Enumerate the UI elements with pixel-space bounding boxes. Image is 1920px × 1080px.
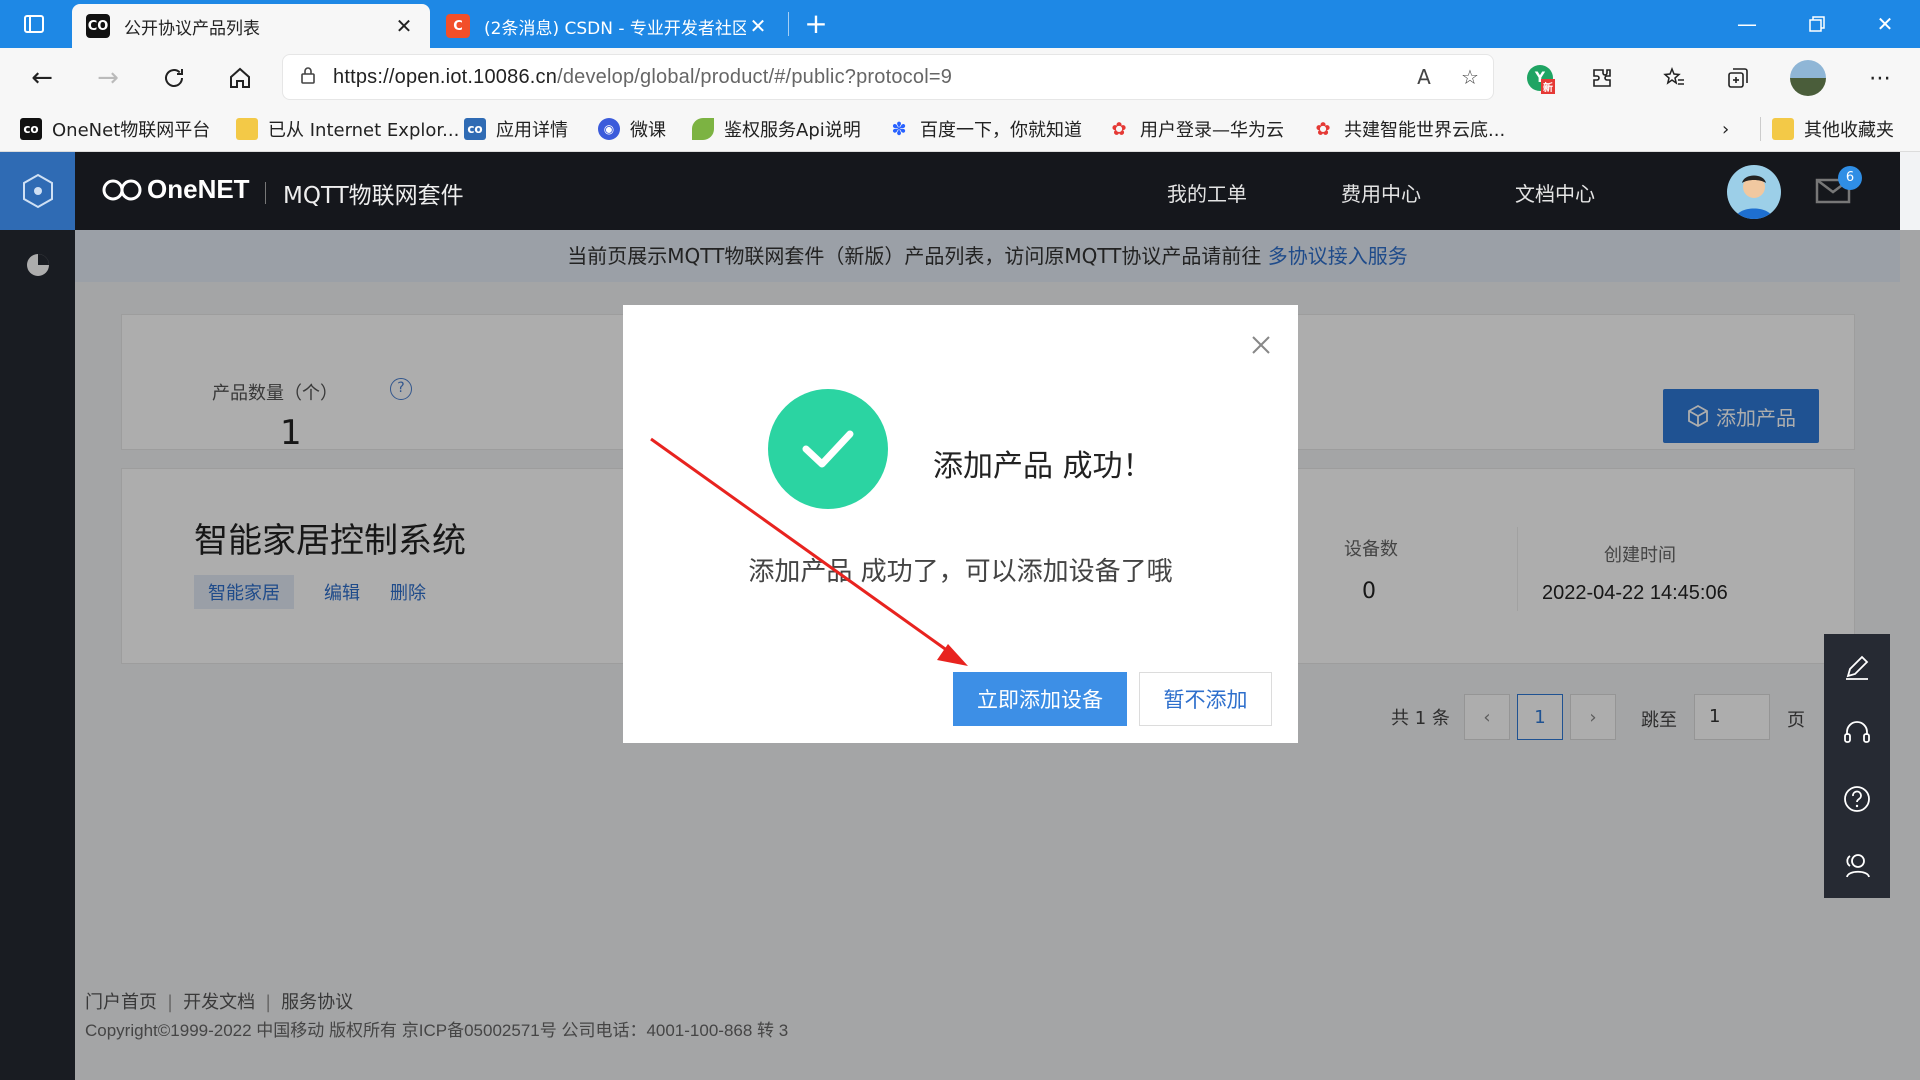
add-device-now-button[interactable]: 立即添加设备 xyxy=(953,672,1127,726)
baidu-paw-icon: ✽ xyxy=(891,118,907,140)
weike-icon: ◉ xyxy=(598,118,620,140)
community-users-icon[interactable] xyxy=(1824,832,1890,898)
bookmark-onenet[interactable]: co OneNet物联网平台 xyxy=(20,114,210,144)
bookmark-ie-folder[interactable]: 已从 Internet Explor... xyxy=(236,114,459,144)
success-dialog: 添加产品 成功！ 添加产品 成功了，可以添加设备了哦 立即添加设备 暂不添加 xyxy=(623,305,1298,743)
address-bar[interactable]: https://open.iot.10086.cn/develop/global… xyxy=(282,54,1494,100)
collections-icon[interactable] xyxy=(1718,58,1758,98)
success-check-icon xyxy=(768,389,888,509)
browser-tab-bar: CO 公开协议产品列表 ✕ C (2条消息) CSDN - 专业开发者社区 ✕ … xyxy=(0,0,1920,48)
tab-onenet-products[interactable]: CO 公开协议产品列表 ✕ xyxy=(72,4,430,48)
close-window-icon[interactable]: ✕ xyxy=(1850,0,1920,48)
onenet-icon: co xyxy=(464,118,486,140)
profile-avatar[interactable] xyxy=(1788,58,1828,98)
edit-pen-icon[interactable] xyxy=(1824,634,1890,700)
tab-title: (2条消息) CSDN - 专业开发者社区 xyxy=(484,18,746,39)
onenet-icon: co xyxy=(20,118,42,140)
home-icon[interactable] xyxy=(220,58,260,98)
bookmark-huawei-cloud[interactable]: ✿ 共建智能世界云底... xyxy=(1312,114,1505,144)
folder-icon xyxy=(1772,118,1794,140)
tab-title: 公开协议产品列表 xyxy=(124,18,260,39)
help-circle-icon[interactable] xyxy=(1824,766,1890,832)
modal-backdrop-rail[interactable] xyxy=(0,230,75,1080)
product-hex-icon[interactable] xyxy=(0,152,75,230)
tab-divider xyxy=(788,12,789,36)
bookmark-other-folder[interactable]: 其他收藏夹 xyxy=(1772,114,1894,144)
onenet-logo[interactable]: OneNET xyxy=(101,174,250,205)
read-aloud-icon[interactable]: A xyxy=(1401,65,1447,89)
dialog-title: 添加产品 成功！ xyxy=(933,449,1153,484)
extension-badge: 新 xyxy=(1541,79,1555,94)
bookmark-app-detail[interactable]: co 应用详情 xyxy=(464,114,568,144)
csdn-favicon-icon: C xyxy=(446,14,470,38)
url-text[interactable]: https://open.iot.10086.cn/develop/global… xyxy=(333,66,1401,89)
more-menu-icon[interactable]: ⋯ xyxy=(1860,58,1900,98)
favorites-icon[interactable] xyxy=(1654,58,1694,98)
tab-csdn[interactable]: C (2条消息) CSDN - 专业开发者社区 ✕ xyxy=(432,4,784,48)
onenet-favicon-icon: CO xyxy=(86,14,110,38)
nav-my-tickets[interactable]: 我的工单 xyxy=(1167,178,1247,207)
folder-icon xyxy=(236,118,258,140)
close-dialog-icon[interactable] xyxy=(1247,331,1275,359)
bookmarks-divider xyxy=(1760,117,1761,141)
tab-actions-icon[interactable] xyxy=(18,8,50,40)
close-tab-icon[interactable]: ✕ xyxy=(746,14,770,38)
bookmarks-overflow-icon[interactable]: › xyxy=(1722,114,1729,144)
forward-icon[interactable]: → xyxy=(88,58,128,98)
extension-icon[interactable]: Y 新 xyxy=(1520,58,1560,98)
bookmark-auth-api[interactable]: 鉴权服务Api说明 xyxy=(692,114,861,144)
huawei-icon: ✿ xyxy=(1111,118,1127,140)
bookmark-huawei-login[interactable]: ✿ 用户登录—华为云 xyxy=(1108,114,1284,144)
dialog-message: 添加产品 成功了，可以添加设备了哦 xyxy=(748,557,1173,587)
nav-billing[interactable]: 费用中心 xyxy=(1341,178,1421,207)
app-header: OneNET MQTT物联网套件 我的工单 费用中心 文档中心 6 xyxy=(75,152,1900,230)
minimize-icon[interactable]: — xyxy=(1712,0,1782,48)
bookmarks-bar: co OneNet物联网平台 已从 Internet Explor... co 应用… xyxy=(0,106,1920,152)
bookmark-baidu[interactable]: ✽ 百度一下，你就知道 xyxy=(888,114,1082,144)
nav-docs[interactable]: 文档中心 xyxy=(1515,178,1595,207)
floating-toolbar xyxy=(1824,634,1890,898)
close-tab-icon[interactable]: ✕ xyxy=(392,14,416,38)
headset-icon[interactable] xyxy=(1824,700,1890,766)
bookmark-weike[interactable]: ◉ 微课 xyxy=(598,114,666,144)
lock-icon[interactable] xyxy=(283,66,333,89)
restore-icon[interactable] xyxy=(1782,0,1852,48)
huawei-icon: ✿ xyxy=(1315,118,1331,140)
user-avatar[interactable] xyxy=(1727,165,1781,219)
skip-add-button[interactable]: 暂不添加 xyxy=(1139,672,1272,726)
extensions-puzzle-icon[interactable] xyxy=(1582,58,1622,98)
onenet-logo-icon xyxy=(102,179,142,200)
back-icon[interactable]: ← xyxy=(22,58,62,98)
new-tab-icon[interactable]: + xyxy=(798,6,834,42)
address-toolbar: ← → https://open.iot.10086.cn/develop/gl… xyxy=(0,48,1920,106)
mail-count-badge: 6 xyxy=(1838,166,1862,190)
header-divider xyxy=(265,182,266,204)
add-favorite-icon[interactable]: ☆ xyxy=(1447,65,1493,89)
leaf-icon xyxy=(692,118,714,140)
refresh-icon[interactable] xyxy=(154,58,194,98)
suite-title: MQTT物联网套件 xyxy=(283,183,464,209)
